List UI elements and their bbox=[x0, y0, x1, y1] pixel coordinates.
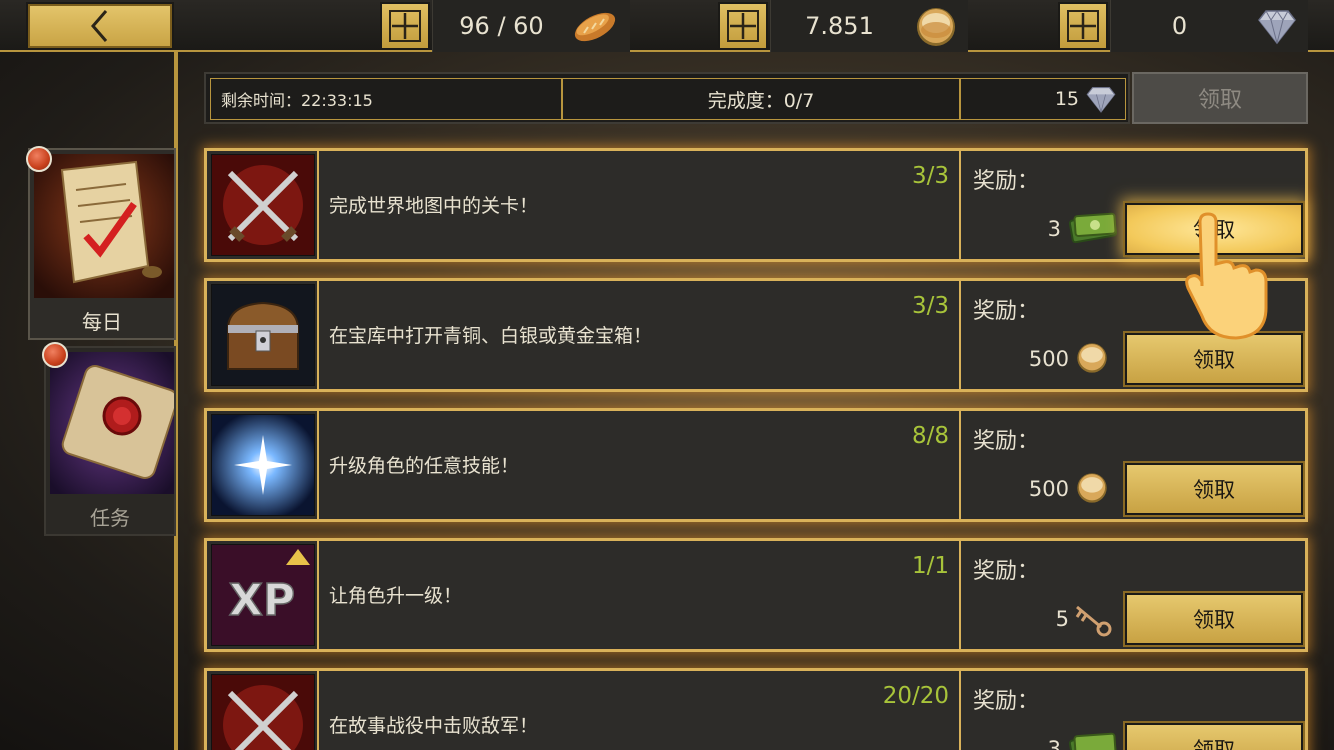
quest-description: 在故事战役中击败敌军！ bbox=[329, 715, 539, 737]
daily-notification-dot bbox=[26, 146, 52, 172]
add-stamina-button[interactable] bbox=[380, 2, 430, 50]
stamina-counter: 96 / 60 bbox=[380, 0, 630, 52]
claim-button[interactable]: 领取 bbox=[1123, 461, 1305, 517]
gold-coin-icon bbox=[917, 8, 955, 46]
bread-icon bbox=[574, 12, 616, 42]
cash-icon bbox=[1068, 732, 1118, 750]
total-reward-gems: 15 bbox=[1054, 88, 1079, 110]
reward-amount: 3 bbox=[1047, 737, 1061, 750]
missions-notification-dot bbox=[42, 342, 68, 368]
tab-daily-label: 每日 bbox=[82, 309, 122, 334]
add-gems-button[interactable] bbox=[1058, 2, 1108, 50]
plus-icon bbox=[389, 10, 421, 42]
stamina-value: 96 / 60 bbox=[459, 12, 544, 40]
sealed-scroll-icon bbox=[50, 352, 179, 494]
reward-label: 奖励： bbox=[973, 689, 1040, 714]
reward-amount: 500 bbox=[1028, 347, 1069, 371]
diamond-icon bbox=[1258, 10, 1296, 45]
top-bar: 96 / 60 7.851 0 bbox=[0, 0, 1334, 52]
plus-icon bbox=[1067, 10, 1099, 42]
claim-button[interactable]: 领取 bbox=[1123, 591, 1305, 647]
key-icon bbox=[1075, 605, 1112, 637]
claim-button[interactable]: 领取 bbox=[1123, 721, 1305, 750]
tab-daily[interactable]: 每日 bbox=[28, 148, 176, 340]
gold-coin-icon bbox=[1077, 473, 1107, 503]
reward-amount: 3 bbox=[1047, 217, 1061, 241]
quest-description: 升级角色的任意技能！ bbox=[329, 455, 520, 477]
completion-status: 完成度：0/7 bbox=[562, 78, 960, 120]
quest-row: XP 1/1 让角色升一级！ 奖励： 5 领取 bbox=[204, 538, 1308, 652]
scroll-checkmark-icon bbox=[34, 154, 174, 298]
quest-progress: 1/1 bbox=[911, 553, 949, 579]
reward-label: 奖励： bbox=[973, 169, 1040, 194]
time-remaining: 剩余时间：22:33:15 bbox=[210, 78, 562, 120]
diamond-icon bbox=[1086, 87, 1116, 113]
tab-missions-label: 任务 bbox=[90, 505, 130, 530]
reward-label: 奖励： bbox=[973, 429, 1040, 454]
chevron-left-icon bbox=[91, 10, 108, 42]
plus-icon bbox=[727, 10, 759, 42]
add-gold-button[interactable] bbox=[718, 2, 768, 50]
quest-progress: 3/3 bbox=[911, 293, 949, 319]
quest-row: 3/3 完成世界地图中的关卡！ 奖励： 3 领取 bbox=[204, 148, 1308, 262]
quest-description: 在宝库中打开青铜、白银或黄金宝箱！ bbox=[329, 325, 653, 347]
reward-amount: 500 bbox=[1028, 477, 1069, 501]
total-reward: 15 bbox=[960, 78, 1126, 120]
quest-progress: 20/20 bbox=[882, 683, 949, 709]
claim-all-button[interactable]: 领取 bbox=[1132, 72, 1308, 124]
reward-amount: 5 bbox=[1055, 607, 1069, 631]
quest-progress: 8/8 bbox=[911, 423, 949, 449]
xp-icon-text: XP bbox=[229, 575, 295, 626]
tab-missions[interactable]: 任务 bbox=[44, 346, 179, 536]
sparkle-skill-icon bbox=[211, 414, 315, 516]
daily-summary-strip: 剩余时间：22:33:15 完成度：0/7 15 bbox=[204, 72, 1130, 124]
quest-description: 让角色升一级！ bbox=[329, 585, 463, 607]
treasure-chest-icon bbox=[211, 284, 315, 386]
cash-icon bbox=[1068, 212, 1118, 243]
quest-row: 8/8 升级角色的任意技能！ 奖励： 500 领取 bbox=[204, 408, 1308, 522]
xp-level-up-icon: XP bbox=[211, 544, 315, 646]
quest-row: 20/20 在故事战役中击败敌军！ 奖励： 3 领取 bbox=[204, 668, 1308, 750]
crossed-swords-icon bbox=[211, 674, 315, 750]
quest-row: 3/3 在宝库中打开青铜、白银或黄金宝箱！ 奖励： 500 领取 bbox=[204, 278, 1308, 392]
gem-value: 0 bbox=[1171, 12, 1188, 40]
back-button[interactable] bbox=[26, 2, 174, 50]
gold-value: 7.851 bbox=[805, 12, 874, 40]
reward-label: 奖励： bbox=[973, 559, 1040, 584]
gold-counter: 7.851 bbox=[718, 0, 968, 52]
quest-description: 完成世界地图中的关卡！ bbox=[329, 195, 539, 217]
crossed-swords-icon bbox=[211, 154, 315, 256]
gem-counter: 0 bbox=[1058, 0, 1308, 52]
quest-progress: 3/3 bbox=[911, 163, 949, 189]
tutorial-pointer-hand-icon bbox=[1185, 212, 1268, 340]
reward-label: 奖励： bbox=[973, 299, 1040, 324]
gold-coin-icon bbox=[1077, 343, 1107, 373]
